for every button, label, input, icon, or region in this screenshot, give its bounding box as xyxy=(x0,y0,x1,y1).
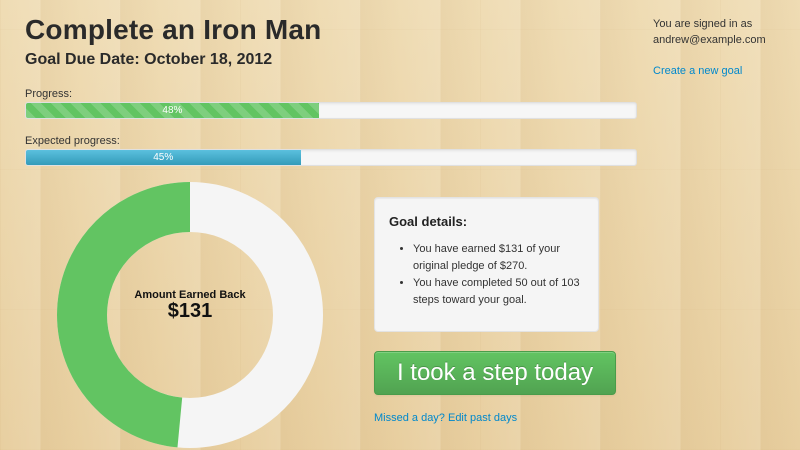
goal-details-heading: Goal details: xyxy=(389,214,468,229)
edit-past-days-link[interactable]: Missed a day? Edit past days xyxy=(374,412,517,424)
user-email: andrew@example.com xyxy=(653,34,766,46)
goal-title: Complete an Iron Man xyxy=(25,14,322,45)
expected-progress-bar: 45% xyxy=(25,149,637,166)
progress-label: Progress: xyxy=(25,88,73,100)
donut-amount: $131 xyxy=(167,300,213,322)
goal-due-date: Goal Due Date: October 18, 2012 xyxy=(25,51,273,68)
expected-progress-bar-fill: 45% xyxy=(26,150,301,165)
signed-in-info: You are signed in as andrew@example.com xyxy=(653,16,793,48)
took-a-step-button[interactable]: I took a step today xyxy=(374,351,616,395)
goal-details-panel: Goal details: You have earned $131 of yo… xyxy=(374,197,599,332)
goal-details-list: You have earned $131 of your original pl… xyxy=(389,241,584,309)
create-new-goal-link[interactable]: Create a new goal xyxy=(653,65,742,77)
goal-details-item-steps: You have completed 50 out of 103 steps t… xyxy=(413,275,584,309)
progress-bar-fill: 48% xyxy=(26,103,319,118)
progress-bar: 48% xyxy=(25,102,637,119)
signed-in-label: You are signed in as xyxy=(653,18,753,30)
expected-progress-label: Expected progress: xyxy=(25,135,120,147)
goal-details-item-earned: You have earned $131 of your original pl… xyxy=(413,241,584,275)
